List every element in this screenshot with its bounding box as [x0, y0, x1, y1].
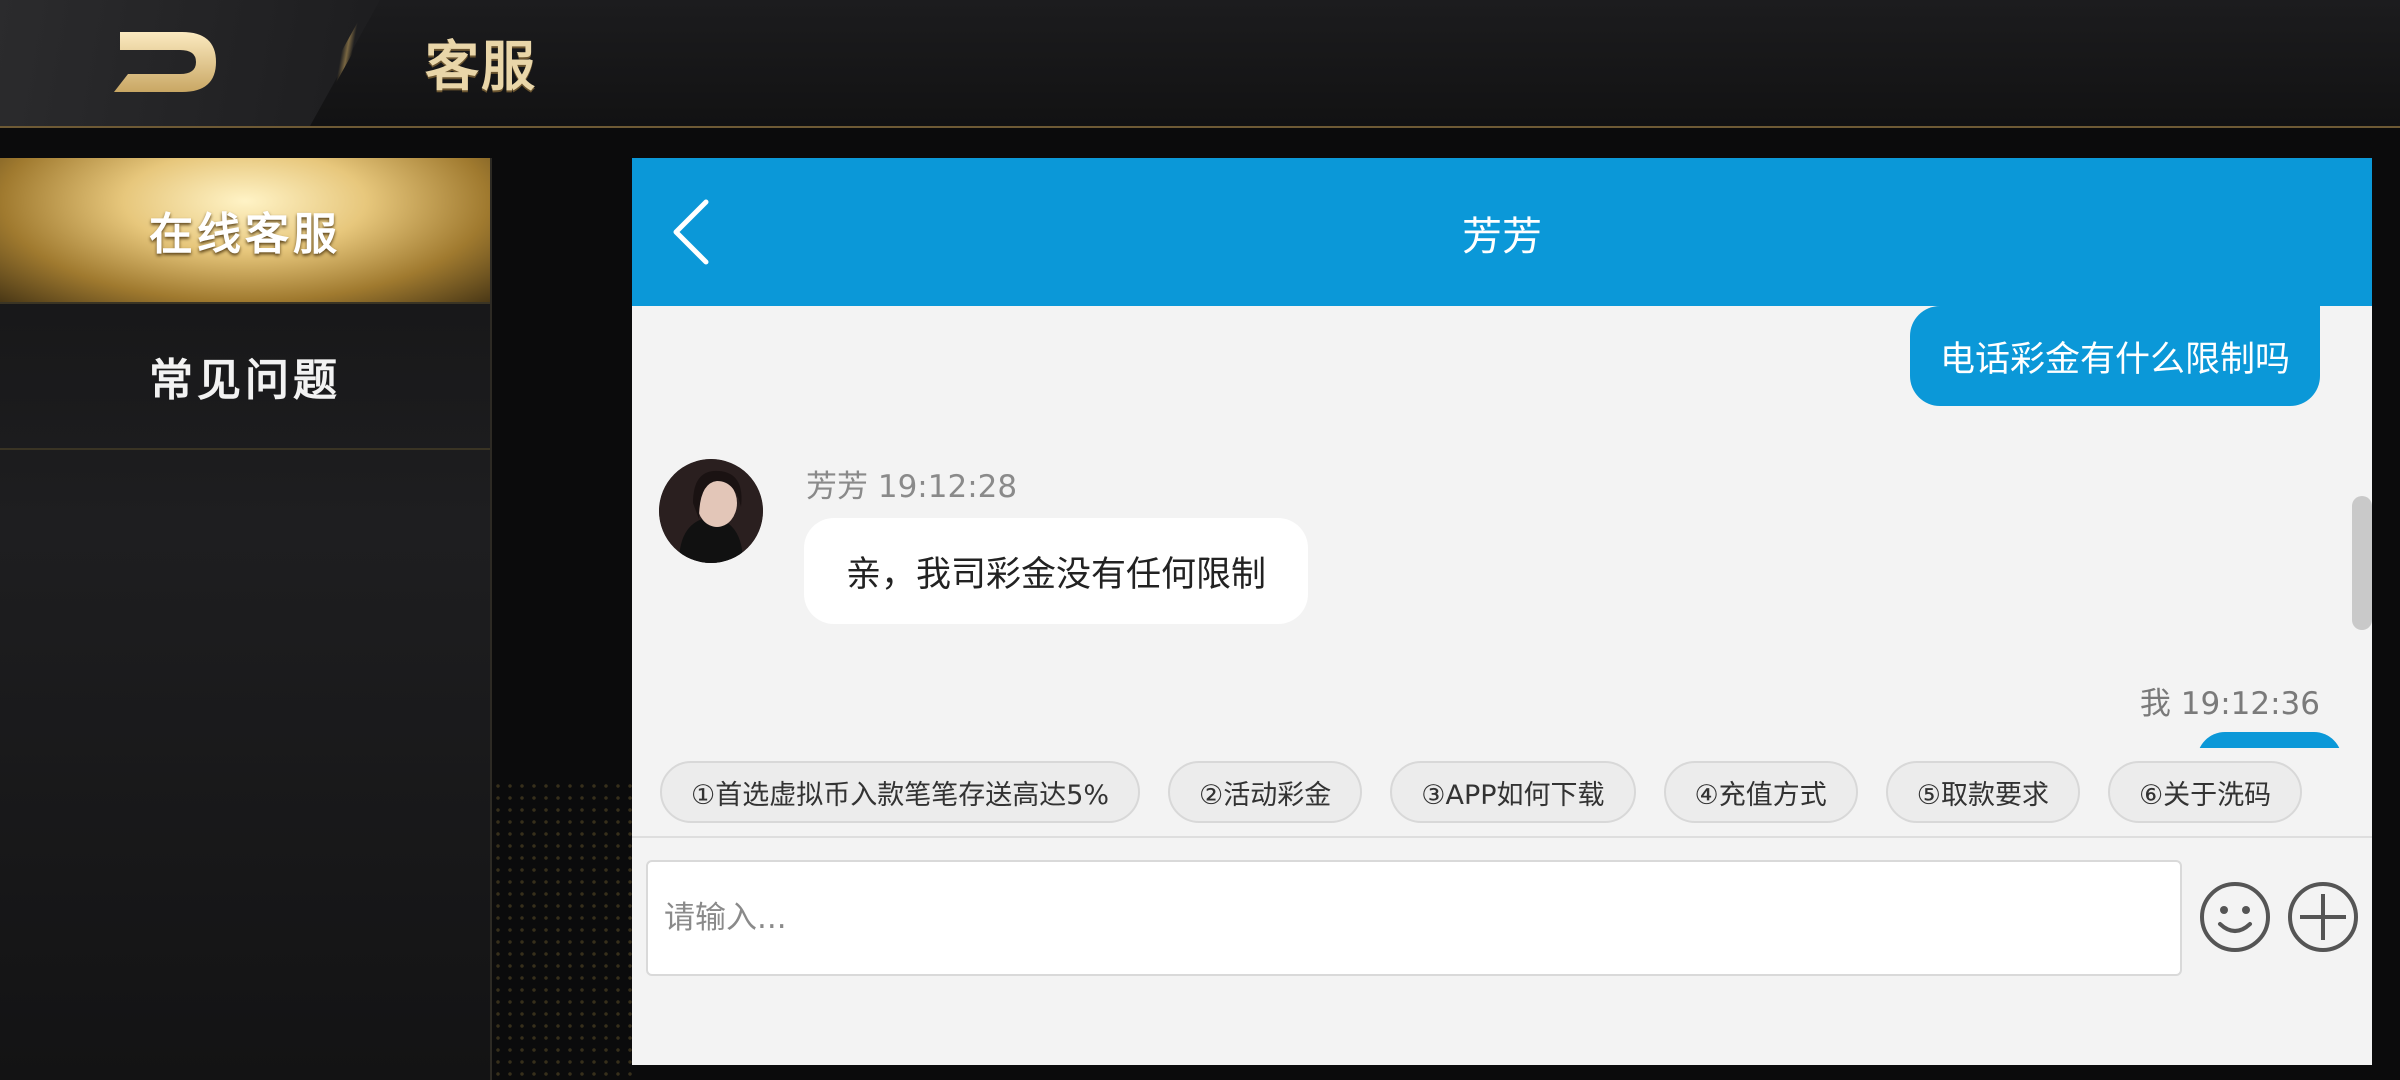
sidebar-item-faq[interactable]: 常见问题 [0, 304, 490, 450]
quick-reply-chip[interactable]: ③APP如何下载 [1390, 761, 1636, 823]
page-title: 客服 [425, 35, 537, 98]
chat-panel: 芳芳 电话彩金有什么限制吗 芳芳 19:12:28 亲，我司彩金没有任何限制 我… [632, 158, 2372, 1065]
message-input[interactable] [646, 860, 2182, 976]
sidebar-item-label: 在线客服 [149, 209, 341, 260]
chat-header: 芳芳 [632, 158, 2372, 306]
incoming-message: 亲，我司彩金没有任何限制 [804, 518, 1309, 624]
quick-reply-bar: ①首选虚拟币入款笔笔存送高达5% ②活动彩金 ③APP如何下载 ④充值方式 ⑤取… [632, 748, 2372, 838]
avatar-portrait [659, 459, 763, 563]
quick-reply-chip[interactable]: ①首选虚拟币入款笔笔存送高达5% [660, 761, 1141, 823]
smiley-icon[interactable] [2198, 880, 2272, 954]
quick-reply-chip[interactable]: ⑤取款要求 [1885, 761, 2080, 823]
avatar [659, 459, 763, 563]
input-area [632, 840, 2372, 1065]
message-meta: 我 19:12:36 [2139, 686, 2320, 722]
top-bar: 客服 [0, 0, 2400, 128]
plus-circle-icon[interactable] [2286, 880, 2360, 954]
quick-reply-chip[interactable]: ⑥关于洗码 [2107, 761, 2303, 823]
decorative-dots [492, 780, 632, 1080]
outgoing-message: 电话彩金有什么限制吗 [1909, 306, 2320, 406]
scrollbar[interactable] [2352, 496, 2372, 630]
sidebar-item-online-service[interactable]: 在线客服 [0, 158, 490, 304]
brand-logo [114, 32, 216, 92]
sidebar-item-label: 常见问题 [149, 355, 341, 406]
quick-reply-chip[interactable]: ④充值方式 [1663, 761, 1858, 823]
message-meta: 芳芳 19:12:28 [806, 469, 1018, 505]
chat-agent-name: 芳芳 [1462, 214, 1542, 260]
quick-reply-chip[interactable]: ②活动彩金 [1168, 761, 1363, 823]
sidebar: 在线客服 常见问题 [0, 158, 492, 1080]
